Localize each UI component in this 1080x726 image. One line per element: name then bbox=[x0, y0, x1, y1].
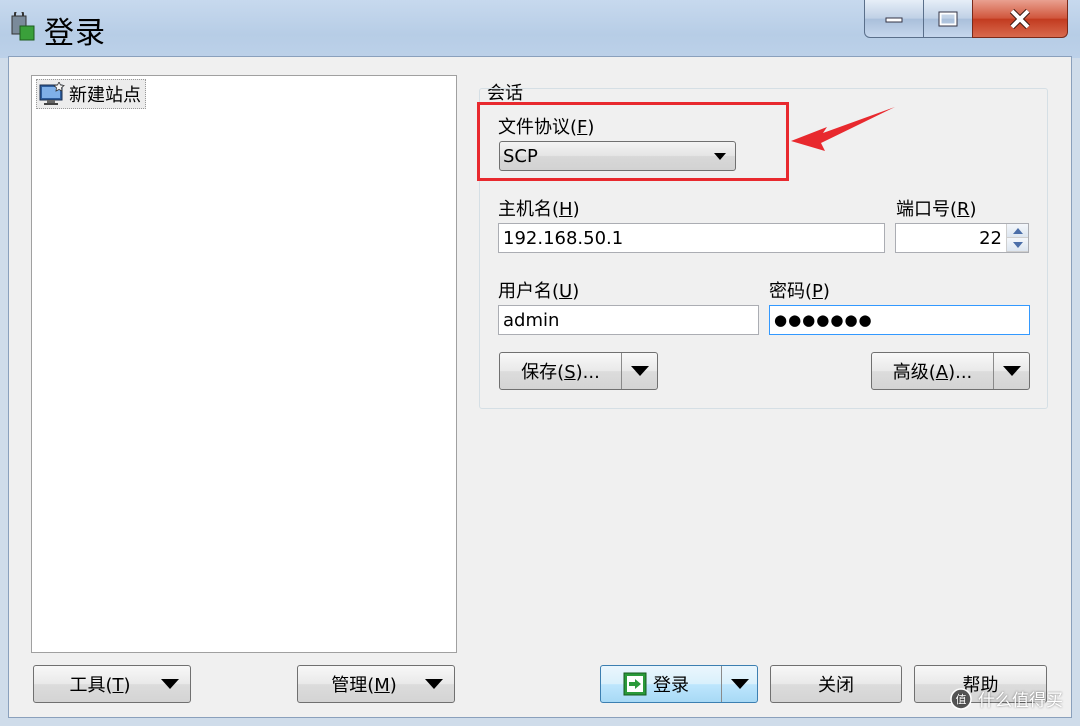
login-dropdown-button[interactable] bbox=[721, 666, 757, 702]
watermark: 值 什么值得买 bbox=[950, 686, 1063, 711]
login-arrow-icon bbox=[623, 672, 647, 696]
manage-button[interactable]: 管理(M) bbox=[297, 665, 455, 703]
password-label: 密码(P) bbox=[769, 281, 830, 302]
close-icon bbox=[1009, 8, 1031, 29]
chevron-down-icon bbox=[1002, 366, 1021, 376]
username-input[interactable]: admin bbox=[498, 305, 759, 335]
minimize-icon bbox=[885, 17, 903, 22]
site-tree[interactable]: 新建站点 bbox=[31, 75, 457, 653]
minimize-button[interactable] bbox=[864, 0, 924, 38]
port-label: 端口号(R) bbox=[896, 199, 977, 220]
close-button[interactable]: 关闭 bbox=[770, 665, 902, 703]
chevron-down-icon bbox=[630, 366, 649, 376]
save-dropdown-button[interactable] bbox=[621, 353, 657, 389]
advanced-button[interactable]: 高级(A)... bbox=[871, 352, 1030, 390]
watermark-text: 什么值得买 bbox=[978, 691, 1063, 711]
arrow-up-icon bbox=[1012, 227, 1023, 234]
dialog-client-area: 新建站点 工具(T) 管理(M) 会话 文件协议(F) SCP 主机名(H) 1… bbox=[8, 56, 1072, 718]
close-window-button[interactable] bbox=[972, 0, 1068, 38]
svg-text:值: 值 bbox=[956, 693, 967, 706]
host-input[interactable]: 192.168.50.1 bbox=[498, 223, 885, 253]
maximize-icon bbox=[938, 11, 958, 26]
winscp-lock-icon bbox=[11, 12, 35, 41]
username-label: 用户名(U) bbox=[498, 281, 580, 302]
host-label: 主机名(H) bbox=[498, 199, 580, 220]
annotation-highlight-box bbox=[477, 102, 789, 181]
watermark-logo-icon: 值 bbox=[950, 687, 972, 710]
tools-button[interactable]: 工具(T) bbox=[33, 665, 191, 703]
arrow-down-icon bbox=[1012, 241, 1023, 248]
title-bar: 登录 bbox=[0, 0, 1080, 58]
window-title: 登录 bbox=[44, 16, 106, 51]
tree-item-new-site[interactable]: 新建站点 bbox=[36, 79, 146, 109]
maximize-button[interactable] bbox=[923, 0, 973, 38]
port-increment-button[interactable] bbox=[1007, 224, 1028, 238]
port-stepper[interactable]: 22 bbox=[895, 223, 1029, 253]
chevron-down-icon bbox=[161, 679, 179, 689]
chevron-down-icon bbox=[425, 679, 443, 689]
password-input[interactable]: ●●●●●●● bbox=[769, 305, 1030, 335]
login-label: 登录 bbox=[653, 675, 689, 696]
advanced-dropdown-button[interactable] bbox=[993, 353, 1029, 389]
port-value: 22 bbox=[979, 227, 1002, 249]
annotation-arrow-icon bbox=[791, 107, 895, 151]
port-decrement-button[interactable] bbox=[1007, 238, 1028, 252]
chevron-down-icon bbox=[730, 679, 749, 689]
monitor-new-site-icon bbox=[39, 82, 65, 105]
tree-item-label: 新建站点 bbox=[69, 85, 141, 106]
login-button[interactable]: 登录 bbox=[600, 665, 758, 703]
save-button[interactable]: 保存(S)... bbox=[499, 352, 658, 390]
